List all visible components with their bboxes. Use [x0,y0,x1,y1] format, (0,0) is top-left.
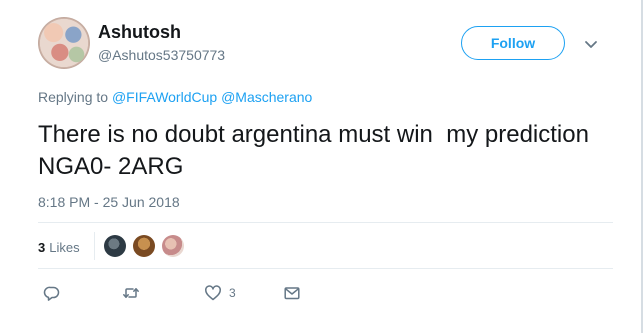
reply-context-prefix: Replying to [38,89,109,105]
follow-button[interactable]: Follow [461,26,565,60]
reply-context: Replying to @FIFAWorldCup @Mascherano [38,89,312,105]
liker-avatar[interactable] [133,235,155,257]
user-name[interactable]: Ashutosh [98,22,181,43]
chevron-down-icon[interactable] [584,37,598,51]
reply-button[interactable] [43,284,61,302]
mention-link-mascherano[interactable]: @Mascherano [221,89,312,105]
avatar[interactable] [38,17,90,69]
like-count: 3 [229,286,236,300]
liker-avatar[interactable] [104,235,126,257]
likes-label: Likes [49,239,80,255]
retweet-button[interactable] [122,284,140,302]
tweet-text: There is no doubt argentina must win my … [38,121,596,180]
envelope-icon [284,287,300,300]
like-button[interactable]: 3 [204,284,236,302]
direct-message-button[interactable] [283,284,301,302]
mention-link-fifaworldcup[interactable]: @FIFAWorldCup [112,89,217,105]
divider-top [38,222,613,223]
retweet-icon [123,288,139,298]
stats-separator [94,232,95,260]
heart-icon [205,285,221,301]
divider-bottom [38,268,613,269]
tweet-timestamp[interactable]: 8:18 PM - 25 Jun 2018 [38,194,180,210]
reply-icon [43,286,60,301]
likes-count: 3 [38,239,46,255]
likes-stat[interactable]: 3 Likes [38,236,80,258]
liker-avatar[interactable] [162,235,184,257]
user-handle[interactable]: @Ashutos53750773 [98,47,225,63]
